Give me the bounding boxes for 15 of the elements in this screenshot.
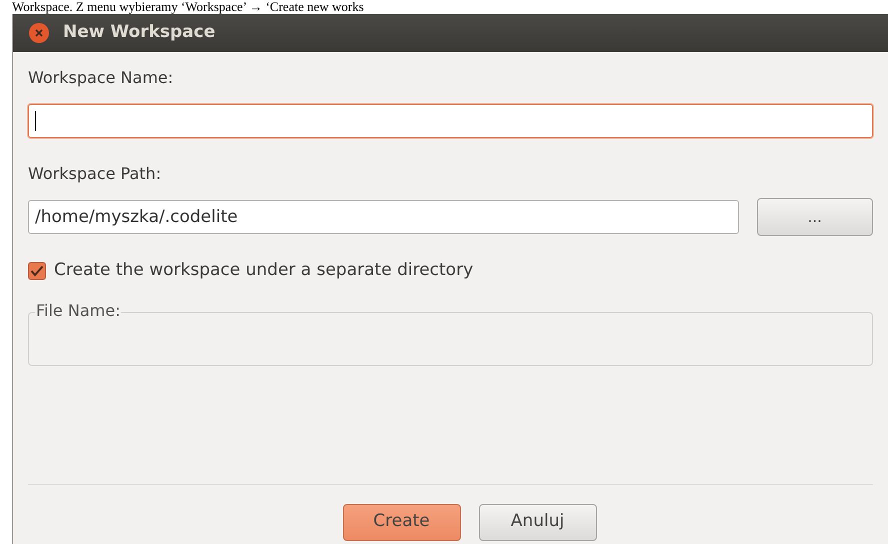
close-icon	[35, 29, 43, 37]
text-cursor	[35, 111, 36, 131]
workspace-path-field[interactable]: /home/myszka/.codelite	[28, 200, 739, 234]
field-label: Workspace Path:	[28, 164, 162, 184]
window-title: New Workspace	[63, 21, 216, 44]
browse-button[interactable]: ...	[756, 198, 873, 236]
document-text: Workspace. Z menu wybieramy ‘Workspace’ → ‘Create new works	[12, 0, 364, 14]
dialog-button[interactable]: Create	[342, 504, 460, 540]
check-icon	[30, 264, 44, 277]
workspace-name-field[interactable]	[28, 104, 873, 138]
checkbox[interactable]	[28, 262, 46, 280]
close-button[interactable]	[29, 23, 49, 43]
field-label: Workspace Name:	[28, 68, 174, 88]
checkbox-label: Create the workspace under a separate directory	[54, 259, 474, 282]
dialog-button[interactable]: Anuluj	[478, 504, 596, 540]
